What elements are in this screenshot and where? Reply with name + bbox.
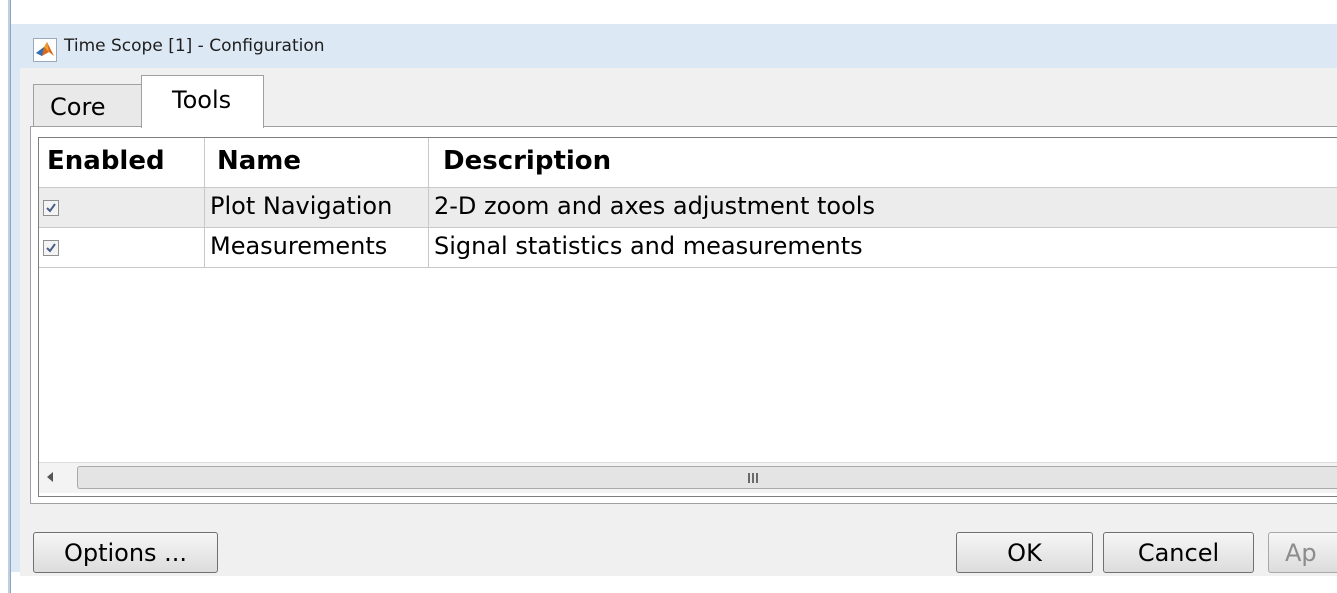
- column-header-enabled[interactable]: Enabled: [39, 138, 205, 188]
- description-cell: Signal statistics and measurements: [434, 232, 863, 260]
- enabled-checkbox[interactable]: [43, 240, 59, 256]
- scroll-left-arrow-icon[interactable]: [47, 472, 53, 482]
- options-button[interactable]: Options ...: [33, 532, 218, 573]
- window-title: Time Scope [1] - Configuration: [64, 36, 325, 56]
- scroll-thumb[interactable]: [77, 466, 1337, 489]
- name-cell: Measurements: [205, 228, 429, 268]
- table-row[interactable]: Plot Navigation 2-D zoom and axes adjust…: [39, 188, 1337, 228]
- configuration-dialog: Time Scope [1] - Configuration Core Tool…: [0, 0, 1337, 593]
- column-header-description[interactable]: Description: [429, 138, 1337, 188]
- tab-tools[interactable]: Tools: [141, 75, 264, 128]
- ok-button[interactable]: OK: [956, 532, 1093, 573]
- enabled-checkbox[interactable]: [43, 200, 59, 216]
- apply-button[interactable]: Ap: [1268, 532, 1337, 573]
- horizontal-scrollbar[interactable]: [39, 462, 1337, 493]
- description-cell: 2-D zoom and axes adjustment tools: [434, 192, 875, 220]
- tab-core[interactable]: Core: [33, 84, 143, 127]
- scroll-grip-icon: [748, 473, 758, 483]
- enabled-cell: [39, 228, 205, 268]
- tools-table: Enabled Name Description Plot Navigation…: [38, 137, 1337, 497]
- column-header-name[interactable]: Name: [205, 138, 429, 188]
- name-cell: Plot Navigation: [205, 188, 429, 228]
- enabled-cell: [39, 188, 205, 228]
- matlab-icon: [33, 38, 57, 62]
- cancel-button[interactable]: Cancel: [1103, 532, 1254, 573]
- table-row[interactable]: Measurements Signal statistics and measu…: [39, 228, 1337, 268]
